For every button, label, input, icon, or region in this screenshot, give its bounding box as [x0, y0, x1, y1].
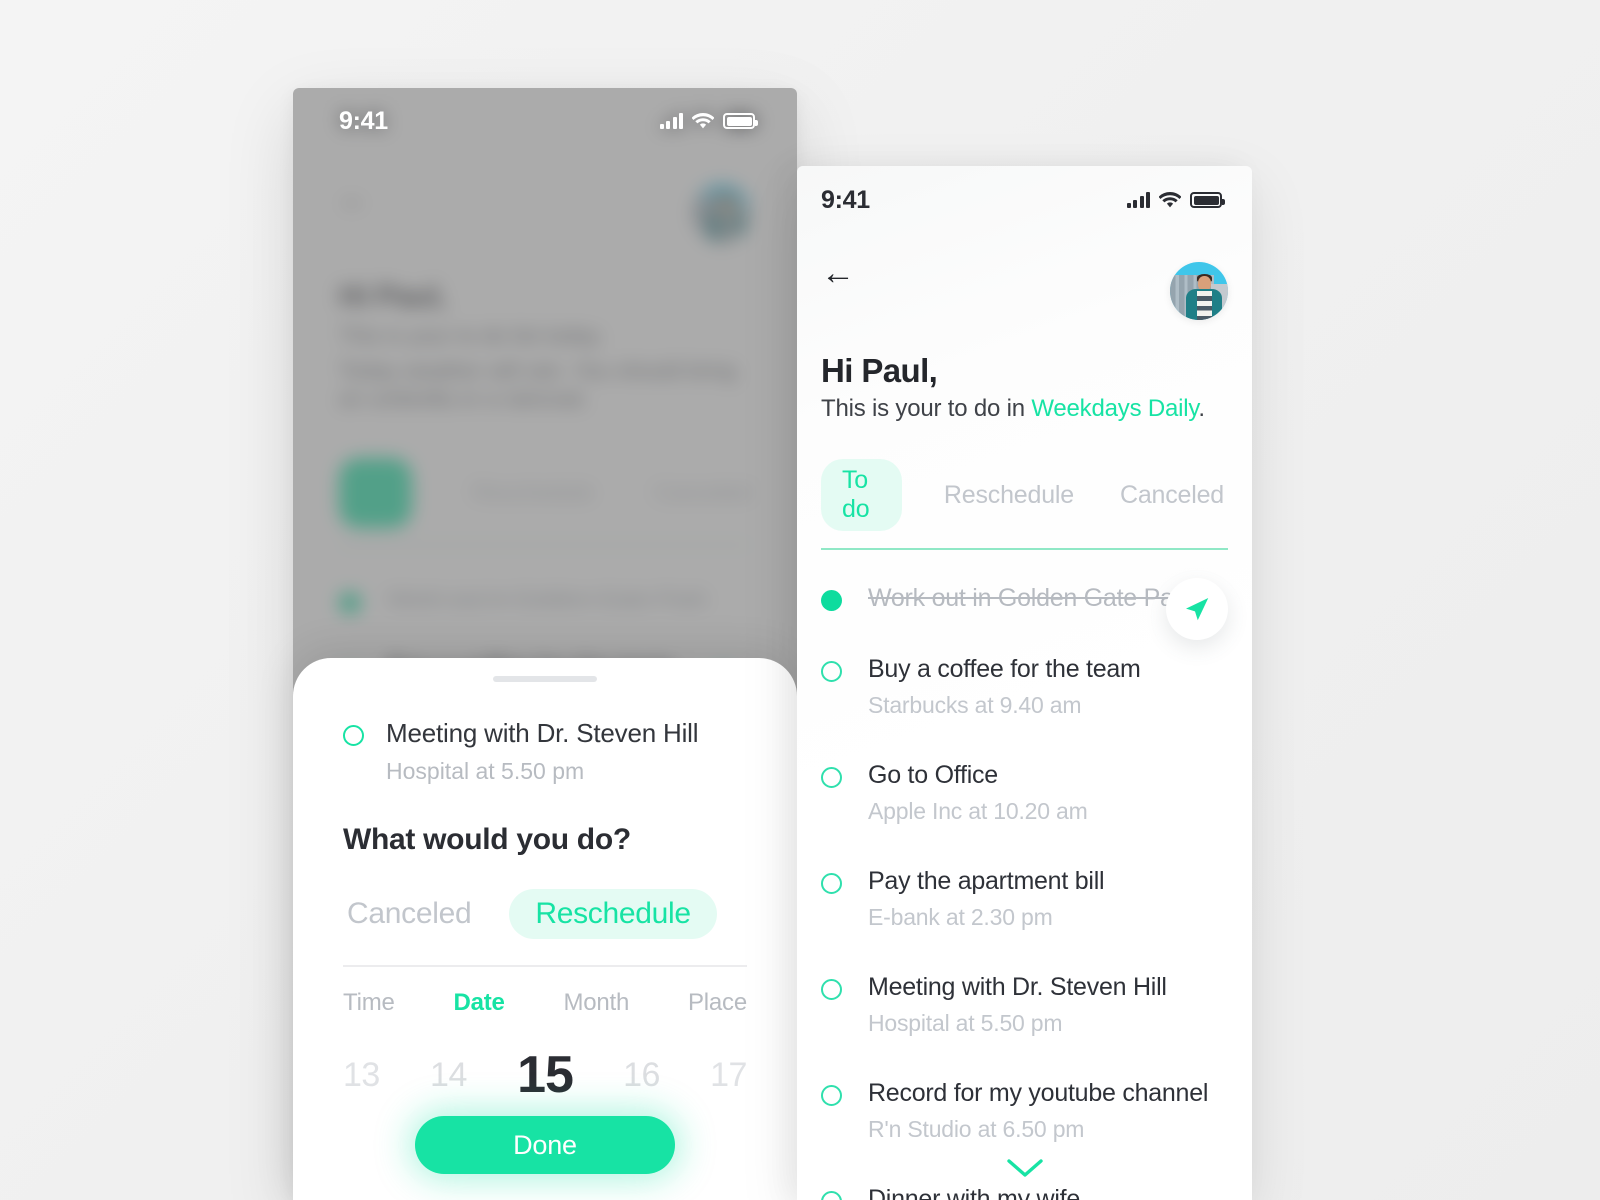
- left-tabs: To do Reschedule Canceled: [339, 457, 751, 528]
- battery-icon: [1190, 192, 1225, 208]
- signal-bars-icon: [1126, 192, 1150, 208]
- list-item[interactable]: Buy a coffee for the team Starbucks at 9…: [821, 655, 1228, 719]
- right-header-row: ←: [821, 256, 1228, 320]
- tab-underline: [821, 548, 1228, 550]
- circle-checkbox-icon[interactable]: [343, 725, 364, 746]
- date-option[interactable]: 16: [623, 1056, 660, 1095]
- list-item[interactable]: Meeting with Dr. Steven Hill Hospital at…: [821, 973, 1228, 1037]
- chevron-down-icon[interactable]: [797, 1158, 1252, 1178]
- status-icons: [1126, 191, 1225, 209]
- status-time-overlay: 9:41: [339, 106, 388, 135]
- list-item[interactable]: Go to Office Apple Inc at 10.20 am: [821, 761, 1228, 825]
- date-picker[interactable]: 13 14 15 16 17: [343, 1045, 747, 1105]
- date-option[interactable]: 13: [343, 1056, 380, 1095]
- subtitle-list-link[interactable]: Weekdays Daily: [1031, 395, 1198, 422]
- sheet-question: What would you do?: [343, 823, 631, 856]
- sheet-task-row[interactable]: Meeting with Dr. Steven Hill Hospital at…: [343, 718, 747, 785]
- drag-handle[interactable]: [493, 676, 597, 682]
- status-icons-overlay: [659, 112, 758, 130]
- avatar-art: [693, 184, 751, 242]
- task-subtitle: R'n Studio at 6.50 pm: [868, 1116, 1085, 1142]
- task-title: Buy a coffee for the team: [868, 655, 1141, 683]
- navigation-arrow-icon[interactable]: [1166, 578, 1228, 640]
- avatar[interactable]: [693, 184, 751, 242]
- tab-reschedule[interactable]: Reschedule: [940, 474, 1078, 517]
- page-title: Hi Paul,: [821, 352, 938, 389]
- checkbox-icon[interactable]: [821, 1085, 842, 1106]
- checkbox-icon[interactable]: [821, 1191, 842, 1200]
- task-title: Meeting with Dr. Steven Hill: [868, 973, 1167, 1001]
- checkbox-checked-icon[interactable]: [821, 590, 842, 611]
- field-tab-month[interactable]: Month: [563, 989, 629, 1017]
- wifi-icon: [692, 112, 714, 130]
- choice-reschedule[interactable]: Reschedule: [509, 889, 717, 939]
- sheet-task-subtitle: Hospital at 5.50 pm: [386, 758, 585, 784]
- phone-screen-right: 9:41 ← Hi Paul, This is your to do in We…: [797, 166, 1252, 1200]
- date-option[interactable]: 17: [710, 1056, 747, 1095]
- subtitle-prefix: This is your to do in: [821, 395, 1032, 422]
- list-item[interactable]: Work out in Golden Gate Park: [339, 586, 751, 614]
- task-subtitle: Apple Inc at 10.20 am: [868, 798, 1088, 824]
- wifi-icon: [1159, 191, 1181, 209]
- task-title: Work out in Golden Gate Park: [868, 584, 1195, 612]
- task-title: Go to Office: [868, 761, 998, 789]
- tab-reschedule[interactable]: Reschedule: [472, 479, 593, 506]
- subtitle-suffix: .: [1198, 395, 1205, 422]
- page-title: Hi Paul,: [339, 280, 446, 313]
- back-arrow-icon[interactable]: ←: [339, 184, 369, 214]
- task-title: Record for my youtube channel: [868, 1079, 1209, 1107]
- checkbox-checked-icon[interactable]: [339, 591, 361, 614]
- choice-canceled[interactable]: Canceled: [343, 889, 475, 939]
- date-option-selected[interactable]: 15: [517, 1045, 574, 1105]
- task-subtitle: Hospital at 5.50 pm: [868, 1010, 1063, 1036]
- date-option[interactable]: 14: [430, 1056, 467, 1095]
- field-tab-place[interactable]: Place: [688, 989, 747, 1017]
- sheet-field-tabs: Time Date Month Place: [343, 989, 747, 1017]
- sheet-task-title: Meeting with Dr. Steven Hill: [386, 718, 699, 748]
- task-title: Pay the apartment bill: [868, 867, 1105, 895]
- list-item[interactable]: Record for my youtube channel R'n Studio…: [821, 1079, 1228, 1143]
- checkbox-icon[interactable]: [821, 767, 842, 788]
- subtitle-line-2: Today weather will rain. You should brin…: [339, 357, 737, 412]
- list-item[interactable]: Pay the apartment bill E-bank at 2.30 pm: [821, 867, 1228, 931]
- status-time: 9:41: [821, 185, 870, 214]
- sheet-divider: [343, 965, 747, 967]
- task-list: Work out in Golden Gate Park Buy a coffe…: [821, 584, 1228, 1200]
- tab-to-do[interactable]: To do: [821, 459, 902, 531]
- tab-underline: [339, 543, 751, 546]
- page-subtitle: This is your to do in Weekdays Daily.: [821, 395, 1228, 423]
- checkbox-icon[interactable]: [821, 873, 842, 894]
- checkbox-icon[interactable]: [821, 661, 842, 682]
- task-subtitle: Starbucks at 9.40 am: [868, 692, 1082, 718]
- task-title: Work out in Golden Gate Park: [387, 585, 707, 613]
- status-bar-right: 9:41: [797, 166, 1252, 234]
- task-title: Dinner with my wife: [868, 1185, 1080, 1200]
- field-tab-time[interactable]: Time: [343, 989, 395, 1017]
- status-bar-left-overlay: 9:41: [293, 88, 797, 154]
- subtitle-line-1: This is your to do list today.: [339, 323, 604, 348]
- tab-canceled[interactable]: Canceled: [654, 479, 751, 506]
- sheet-choice-group: Canceled Reschedule: [343, 889, 747, 939]
- task-subtitle: E-bank at 2.30 pm: [868, 904, 1053, 930]
- back-arrow-icon[interactable]: ←: [821, 256, 855, 290]
- list-item[interactable]: Dinner with my wife Ben's Restaurant at …: [821, 1185, 1228, 1200]
- right-body: ← Hi Paul, This is your to do in Weekday…: [797, 256, 1252, 1200]
- signal-bars-icon: [659, 113, 683, 129]
- avatar[interactable]: [1170, 262, 1228, 320]
- checkbox-icon[interactable]: [821, 979, 842, 1000]
- left-header-row: ←: [339, 184, 751, 242]
- right-tabs: To do Reschedule Canceled: [821, 459, 1228, 531]
- avatar-art: [1170, 262, 1228, 320]
- done-button[interactable]: Done: [415, 1116, 675, 1174]
- tab-to-do[interactable]: To do: [339, 457, 413, 528]
- tab-canceled[interactable]: Canceled: [1116, 474, 1228, 517]
- field-tab-date[interactable]: Date: [453, 989, 504, 1017]
- battery-icon: [723, 113, 758, 129]
- reschedule-bottom-sheet: Meeting with Dr. Steven Hill Hospital at…: [293, 658, 797, 1200]
- canvas: 9:41 ← Hi Paul, This is your to do list …: [0, 0, 1600, 1200]
